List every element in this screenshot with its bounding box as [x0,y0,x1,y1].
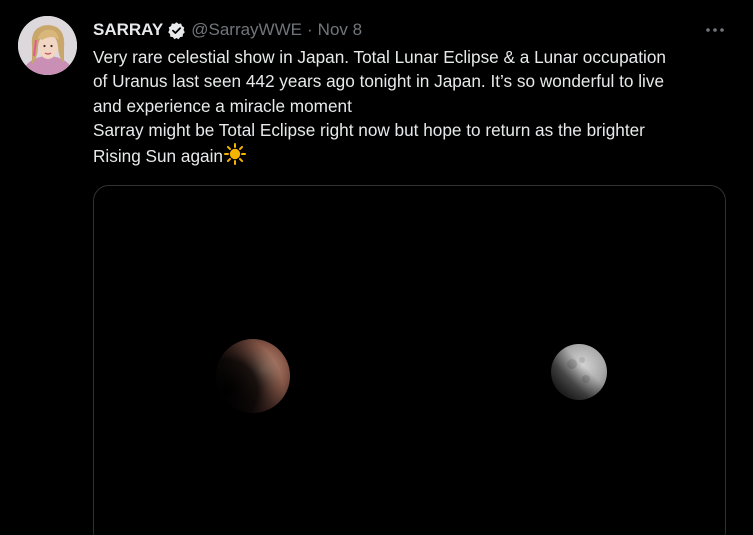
tweet-text: Very rare celestial show in Japan. Total… [93,45,743,171]
avatar[interactable] [18,16,77,75]
tweet-card[interactable]: SARRAY @SarrayWWE · Nov 8 Very rare cele… [0,0,753,535]
tweet-text-line: Very rare celestial show in Japan. Total… [93,47,666,67]
tweet-timestamp[interactable]: Nov 8 [318,20,362,40]
eclipse-photo [94,186,725,535]
ellipsis-icon [706,28,724,32]
tweet-text-line-content: Rising Sun again [93,145,223,166]
eclipsed-moon-image [215,338,291,414]
tweet-text-line: Sarray might be Total Eclipse right now … [93,120,645,141]
author-name[interactable]: SARRAY [93,20,163,40]
sun-emoji-icon [223,142,246,171]
tweet-header: SARRAY @SarrayWWE · Nov 8 [93,18,362,42]
tweet-text-line: and experience a miracle moment [93,95,352,116]
tweet-text-line-last: Rising Sun again [93,142,743,171]
tweet-media-photo[interactable] [93,185,726,535]
author-handle[interactable]: @SarrayWWE [191,20,302,40]
more-options-button[interactable] [700,18,730,42]
partial-moon-image [550,343,608,401]
verified-badge-icon [167,21,186,40]
tweet-text-line: of Uranus last seen 442 years ago tonigh… [93,71,665,92]
avatar-image [18,16,77,75]
header-separator: · [307,20,313,39]
